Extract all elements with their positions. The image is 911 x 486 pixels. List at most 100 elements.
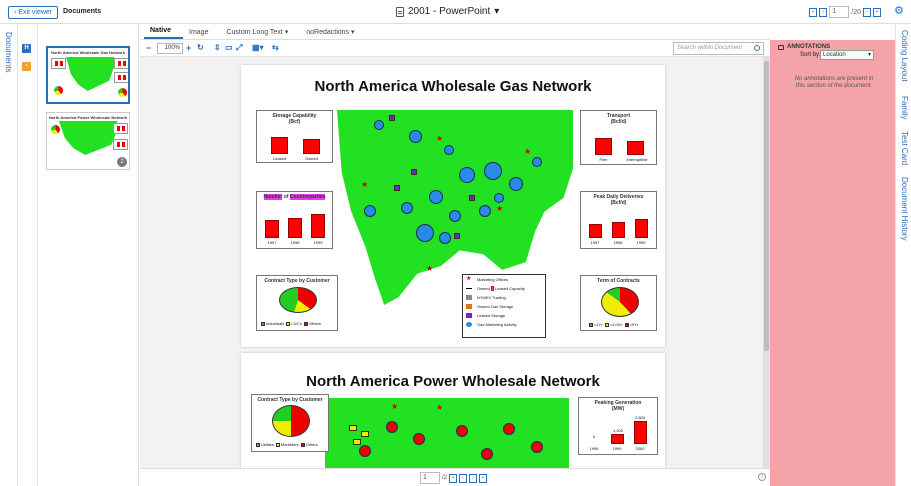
fullscreen-icon[interactable]: ⤢: [236, 43, 242, 53]
zoom-out-icon[interactable]: −: [146, 43, 151, 53]
file-icon: [396, 6, 404, 17]
chart-title: Term of Contracts: [597, 278, 640, 284]
tab-native[interactable]: Native: [144, 27, 184, 39]
power-node: [481, 448, 493, 460]
prev-page-button[interactable]: ‹: [459, 473, 468, 483]
doc-number-input[interactable]: 1: [829, 6, 850, 18]
chart-unit: (Bcf/d): [610, 200, 627, 206]
marketing-activity-dot: [484, 162, 502, 180]
tab-label: noRedactions: [306, 29, 350, 36]
last-doc-button[interactable]: »: [873, 7, 881, 17]
pie-chart: [601, 287, 639, 317]
bar-label: 1998: [613, 240, 623, 245]
marketer-marker: [349, 425, 357, 431]
icon-strip: H ▪: [18, 24, 38, 486]
tab-noredactions[interactable]: noRedactions ▾: [300, 28, 366, 39]
bar-label: Firm: [599, 157, 608, 162]
tab-test-card[interactable]: Test Card: [900, 131, 909, 165]
bar-label: 2000: [635, 446, 645, 451]
star-icon: ★: [466, 276, 472, 282]
legend-row: ★ Marketing Offices: [463, 275, 545, 284]
zoom-input[interactable]: 100%: [157, 43, 183, 54]
chart-title: Contract Type by Customer: [257, 397, 323, 403]
thumbnail-title: North America Wholesale Gas Network: [51, 50, 125, 55]
documents-breadcrumb[interactable]: Documents: [63, 8, 101, 15]
marketing-activity-dot: [494, 193, 504, 203]
chart-unit: (Bcf/d): [610, 119, 627, 125]
counterparties-chart: Number of Counterparties 1997 1998 1999: [256, 191, 333, 249]
viewer-tabs: Native Image Custom Long Text ▾ noRedact…: [140, 24, 770, 40]
marketing-activity-dot: [374, 120, 384, 130]
legend-label: <1Yr: [594, 322, 603, 327]
tab-family[interactable]: Family: [900, 96, 909, 120]
documents-tab[interactable]: Documents: [4, 32, 13, 72]
compare-icon[interactable]: ⇆: [272, 43, 279, 53]
term-of-contracts-chart: Term of Contracts <1Yr >1<5Yr >5Yr: [580, 275, 657, 331]
legend-label: Leased Storage: [477, 313, 506, 318]
next-doc-button[interactable]: ›: [863, 7, 871, 17]
next-page-button[interactable]: ›: [469, 473, 478, 483]
chart-title: Number of Counterparties: [257, 194, 332, 200]
power-node: [359, 445, 371, 457]
tab-custom-long-text[interactable]: Custom Long Text ▾: [220, 28, 300, 39]
slide-2-title: North America Power Wholesale Network: [306, 373, 600, 390]
search-icon[interactable]: [754, 45, 760, 51]
tab-coding-layout[interactable]: Coding Layout: [900, 30, 909, 82]
scrollbar-thumb[interactable]: [764, 61, 769, 351]
highlight-icon[interactable]: H: [22, 44, 31, 53]
bar: [589, 224, 602, 238]
prev-doc-button[interactable]: ‹: [819, 7, 828, 17]
map-legend: ★ Marketing Offices Owned / Leased Capaci…: [462, 274, 546, 338]
marketing-activity-dot: [479, 205, 491, 217]
fit-width-icon[interactable]: ⇳: [214, 43, 221, 53]
slide-1: North America Wholesale Gas Network ★ ★ …: [241, 65, 665, 347]
image-icon[interactable]: ▪: [22, 62, 31, 71]
swatch: [286, 321, 291, 326]
bar-value: 0: [592, 434, 596, 439]
transport-chart: Transport (Bcf/d) Firm Interruptible: [580, 110, 657, 165]
bar: [634, 421, 647, 444]
swatch: [624, 322, 629, 327]
swatch: [256, 442, 260, 447]
zoom-in-icon[interactable]: +: [186, 43, 191, 53]
document-pager: « ‹ 1 /20 › »: [809, 6, 881, 18]
fit-page-icon[interactable]: ▭: [225, 43, 233, 53]
bar: [595, 138, 612, 155]
grid-view-icon[interactable]: ▦▾: [252, 43, 264, 53]
tab-image[interactable]: Image: [183, 29, 220, 39]
title-text: of: [282, 194, 290, 200]
exit-viewer-button[interactable]: ‹ Exit viewer: [8, 6, 59, 19]
bar-value: 1,200: [612, 428, 623, 433]
thumbnail-chart: [113, 123, 128, 134]
gear-icon[interactable]: ⚙: [894, 6, 905, 17]
tab-document-history[interactable]: Document History: [900, 177, 909, 241]
pie-legend: <1Yr >1<5Yr >5Yr: [587, 322, 638, 327]
sort-by-value: Location: [823, 52, 846, 58]
thumbnail-page-1[interactable]: North America Wholesale Gas Network: [46, 46, 130, 104]
bar-label: 1999: [636, 240, 646, 245]
bar: [612, 222, 625, 238]
thumbnail-title: North America Power Wholesale Network: [48, 115, 128, 120]
first-doc-button[interactable]: «: [809, 7, 818, 17]
empty-annotations-message: No annotations are present in this secti…: [794, 76, 874, 89]
search-input[interactable]: Search within Document: [673, 42, 764, 55]
bar-label: 1999: [313, 240, 323, 245]
sort-by-select[interactable]: Location ▾: [820, 50, 874, 60]
pie-legend: Industrials LDC's Others: [259, 321, 321, 326]
last-page-button[interactable]: »: [479, 473, 488, 483]
tab-label: Custom Long Text: [226, 29, 283, 36]
doc-total: /20: [851, 8, 861, 16]
document-title[interactable]: 2001 - PowerPoint ▾: [396, 6, 499, 17]
marketing-office-star: ★: [436, 134, 444, 143]
legend-row: Owned Gas Storage: [463, 302, 545, 311]
bar-label: 1997: [590, 240, 600, 245]
first-page-button[interactable]: «: [449, 473, 458, 483]
page-number-input[interactable]: 1: [420, 472, 440, 484]
rotate-icon[interactable]: ↻: [197, 43, 204, 53]
viewer-scrollbar[interactable]: [763, 57, 770, 468]
bar: [311, 214, 325, 238]
viewer-toolbar: − 100% + ↻ ⇳ ▭ ⤢ ▦▾ ⇆ Search within Docu…: [140, 40, 770, 57]
thumbnail-page-2[interactable]: North America Power Wholesale Network 2: [46, 112, 130, 170]
info-icon[interactable]: i: [758, 473, 766, 481]
legend-row: Gas Marketing Activity: [463, 320, 545, 329]
